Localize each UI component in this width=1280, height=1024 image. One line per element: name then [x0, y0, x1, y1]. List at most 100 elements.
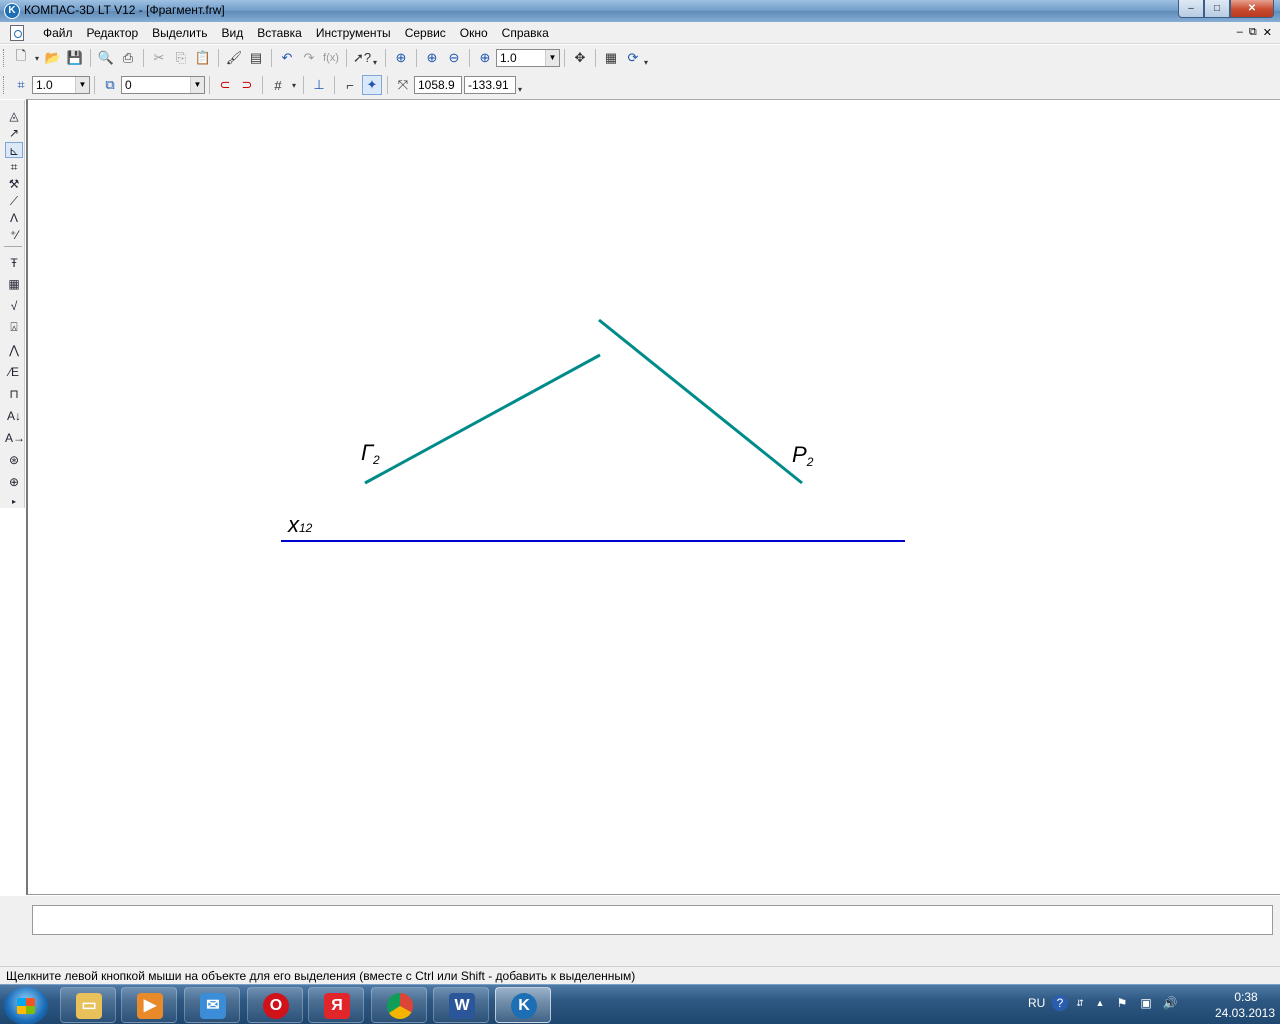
zoom-out-icon[interactable]: ⊖ — [444, 48, 464, 68]
layer-icon[interactable]: ⧉ — [100, 75, 120, 95]
constraints-icon[interactable]: ⁺⁄ — [5, 227, 23, 243]
menu-editor[interactable]: Редактор — [80, 26, 146, 40]
start-button[interactable] — [4, 987, 48, 1024]
layer-combo[interactable]: 0 ▼ — [121, 76, 205, 94]
coord-y-field[interactable]: -133.91 — [464, 76, 516, 94]
edit-icon[interactable]: ⌗ — [5, 159, 23, 175]
doc-restore-button[interactable]: ⧉ — [1249, 26, 1257, 39]
close-button[interactable]: ✕ — [1230, 0, 1274, 18]
roughness-icon[interactable]: √ — [5, 298, 23, 314]
designations-icon[interactable]: ⊾ — [5, 142, 23, 158]
help-cursor-icon[interactable]: ➚? — [352, 48, 372, 68]
properties-icon[interactable]: ▤ — [246, 48, 266, 68]
function-icon[interactable]: f(x) — [321, 48, 341, 68]
refresh-icon[interactable]: ⟳ — [623, 48, 643, 68]
base-icon[interactable]: ⍓ — [5, 319, 23, 335]
taskbar-mail[interactable]: ✉ — [184, 987, 240, 1023]
cursor-coords-icon[interactable]: ⤧ — [393, 75, 413, 95]
select-icon[interactable]: Ʌ — [5, 210, 23, 226]
open-icon[interactable]: 📂 — [43, 48, 63, 68]
position-icon[interactable]: ⁄E — [5, 364, 23, 380]
taskbar-kompas[interactable]: K — [495, 987, 551, 1023]
zoom-in-icon[interactable]: ⊕ — [422, 48, 442, 68]
menu-select[interactable]: Выделить — [145, 26, 214, 40]
copy-icon[interactable]: ⎘ — [171, 48, 191, 68]
zoom-combo[interactable]: 1.0 ▼ — [496, 49, 560, 67]
menu-tools[interactable]: Инструменты — [309, 26, 398, 40]
taskbar-opera[interactable]: O — [247, 987, 303, 1023]
menu-file[interactable]: Файл — [36, 26, 80, 40]
leader-icon[interactable]: ⋀ — [5, 342, 23, 358]
geometry-icon[interactable]: ◬ — [5, 108, 23, 124]
cut-icon[interactable]: ✂ — [149, 48, 169, 68]
local-snap-icon[interactable]: ⊃ — [237, 75, 257, 95]
grid-icon[interactable]: # — [268, 75, 288, 95]
print-preview-icon[interactable]: 🔍 — [96, 48, 116, 68]
redo-icon[interactable]: ↷ — [299, 48, 319, 68]
zoom-window-icon[interactable]: ⊕ — [391, 48, 411, 68]
step-icon[interactable]: ⌗ — [11, 75, 31, 95]
measure-icon[interactable]: ⟋ — [5, 193, 23, 209]
toolbar-overflow-icon[interactable]: ▾ — [644, 48, 652, 68]
new-dropdown-icon[interactable]: ▾ — [33, 48, 41, 68]
taskbar-yandex[interactable]: Я — [308, 987, 364, 1023]
taskbar-chrome[interactable] — [371, 987, 427, 1023]
clock-time[interactable]: 0:38 — [1216, 990, 1276, 1004]
ortho-icon[interactable]: ⌐ — [340, 75, 360, 95]
property-panel[interactable] — [32, 905, 1273, 935]
coord-x-field[interactable]: 1058.9 — [414, 76, 462, 94]
menu-service[interactable]: Сервис — [398, 26, 453, 40]
action-center-flag-icon[interactable]: ⚑ — [1114, 995, 1130, 1011]
drawing-canvas[interactable]: Г2 P2 x12 — [26, 99, 1280, 895]
menu-help[interactable]: Справка — [495, 26, 556, 40]
paste-icon[interactable]: 📋 — [193, 48, 213, 68]
menu-insert[interactable]: Вставка — [250, 26, 309, 40]
grid-dropdown-icon[interactable]: ▾ — [290, 75, 298, 95]
network-icon[interactable]: ▣ — [1138, 995, 1154, 1011]
print-icon[interactable]: ⎙ — [118, 48, 138, 68]
language-indicator[interactable]: RU — [1028, 996, 1045, 1010]
table-icon[interactable]: ▦ — [5, 276, 23, 292]
text-icon[interactable]: Ŧ — [5, 255, 23, 271]
show-hidden-icons-icon[interactable]: ▲ — [1092, 995, 1108, 1011]
menu-view[interactable]: Вид — [215, 26, 251, 40]
drawing-svg[interactable]: Г2 P2 x12 — [28, 100, 1280, 894]
step-combo[interactable]: 1.0 ▼ — [32, 76, 90, 94]
menu-window[interactable]: Окно — [453, 26, 495, 40]
taskbar-media-player[interactable]: ▶ — [121, 987, 177, 1023]
help-icon[interactable]: ? — [1052, 995, 1068, 1011]
parametrization-icon[interactable]: ⚒ — [5, 176, 23, 192]
new-icon[interactable]: 🗋 — [11, 48, 31, 68]
volume-icon[interactable]: 🔊 — [1162, 995, 1178, 1011]
pan-icon[interactable]: ✥ — [570, 48, 590, 68]
clock-date[interactable]: 24.03.2013 — [1210, 1006, 1280, 1020]
toolbar-overflow-icon[interactable]: ▾ — [373, 48, 381, 68]
trace-line-gamma[interactable] — [364, 353, 601, 485]
taskbar-word[interactable]: W — [433, 987, 489, 1023]
cut-line-icon[interactable]: A↓ — [5, 408, 23, 424]
view-arrow-icon[interactable]: A→ — [5, 430, 25, 446]
document-icon[interactable] — [10, 25, 24, 41]
show-all-icon[interactable]: ▦ — [601, 48, 621, 68]
dimensions-icon[interactable]: ↗ — [5, 125, 23, 141]
chevron-down-icon[interactable]: ▼ — [75, 77, 89, 93]
local-cs-icon[interactable]: ⊥ — [309, 75, 329, 95]
tolerance-icon[interactable]: ⊓ — [5, 386, 23, 402]
ime-icon[interactable]: ⇵ — [1072, 995, 1088, 1011]
toolbar-grip[interactable] — [3, 76, 6, 94]
zoom-scale-icon[interactable]: ⊕ — [475, 48, 495, 68]
round-coords-icon[interactable]: ✦ — [362, 75, 382, 95]
snap-magnet-icon[interactable]: ⊂ — [215, 75, 235, 95]
trace-line-p[interactable] — [598, 318, 803, 485]
toolbar-grip[interactable] — [3, 49, 6, 67]
center-mark-icon[interactable]: ⊕ — [5, 474, 23, 490]
axis-icon[interactable]: ⊛ — [5, 452, 23, 468]
save-icon[interactable]: 💾 — [65, 48, 85, 68]
format-painter-icon[interactable]: 🖌 — [224, 48, 244, 68]
minimize-button[interactable]: – — [1178, 0, 1204, 18]
undo-icon[interactable]: ↶ — [277, 48, 297, 68]
maximize-button[interactable]: □ — [1204, 0, 1230, 18]
taskbar-explorer[interactable]: ▭ — [60, 987, 116, 1023]
doc-close-button[interactable]: ✕ — [1263, 26, 1272, 39]
toolbar-overflow-icon[interactable]: ▾ — [518, 75, 526, 95]
